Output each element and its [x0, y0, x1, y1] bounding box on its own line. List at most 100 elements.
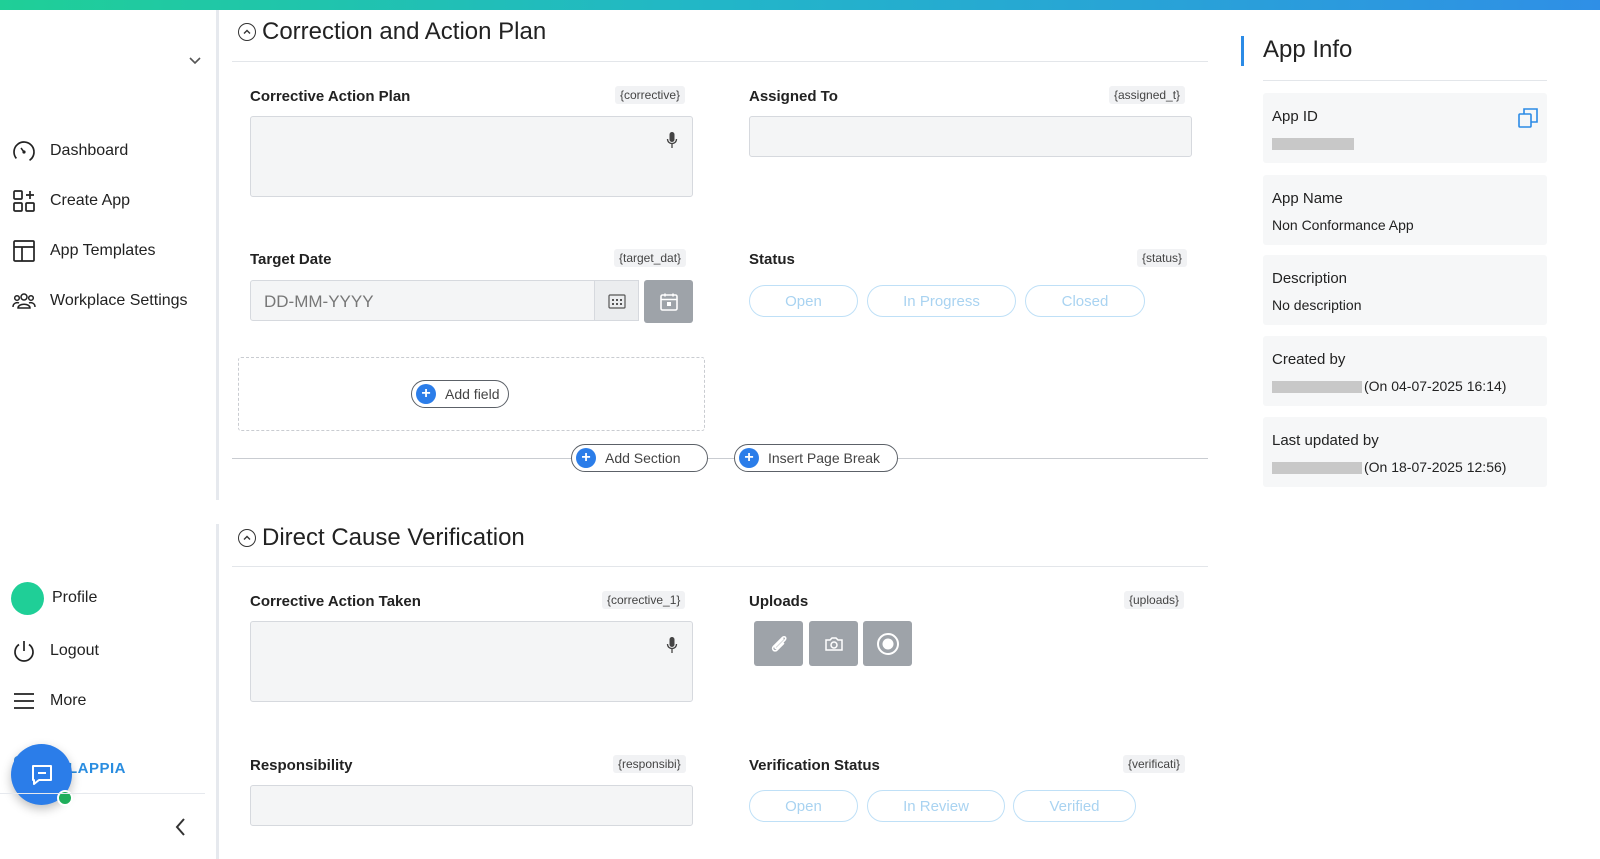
calendar-grid-icon — [607, 293, 626, 309]
sidebar-item-create-app[interactable]: Create App — [12, 186, 130, 216]
assigned-to-input[interactable] — [749, 116, 1192, 157]
section-title: Correction and Action Plan — [262, 18, 547, 45]
field-label: Verification Status — [749, 757, 880, 774]
sidebar-item-dashboard[interactable]: Dashboard — [12, 136, 128, 166]
field-label: Corrective Action Plan — [250, 88, 411, 105]
brand-name: LAPPIA — [68, 759, 127, 777]
field-variable-tag: {corrective} — [615, 86, 686, 104]
created-on-date: (On 04-07-2025 16:14) — [1364, 378, 1507, 394]
create-app-grid-icon — [13, 190, 35, 212]
record-icon — [876, 632, 899, 655]
sidebar-item-label: More — [50, 692, 87, 709]
app-id-value-redacted — [1272, 135, 1356, 151]
field-label: Responsibility — [250, 757, 353, 774]
last-updated-label: Last updated by — [1272, 432, 1379, 449]
sidebar-item-more[interactable]: More — [12, 686, 86, 716]
panel-title: App Info — [1263, 36, 1353, 63]
status-option-in-progress[interactable]: In Progress — [867, 285, 1016, 317]
description-value: No description — [1272, 297, 1362, 313]
insert-page-break-label: Insert Page Break — [768, 450, 881, 466]
field-variable-tag: {assigned_t} — [1109, 86, 1186, 104]
calendar-icon — [659, 293, 678, 311]
target-date-input[interactable]: DD-MM-YYYY — [250, 280, 595, 321]
last-updated-card: Last updated by (On 18-07-2025 12:56) — [1263, 417, 1547, 487]
panel-divider — [1263, 80, 1547, 81]
section-divider — [232, 566, 1208, 567]
chat-support-button[interactable] — [11, 744, 73, 806]
add-section-label: Add Section — [605, 450, 681, 466]
form-builder-canvas: Correction and Action Plan Corrective Ac… — [232, 10, 1212, 859]
section-header[interactable]: Correction and Action Plan — [238, 18, 546, 46]
add-section-button[interactable]: + Add Section — [571, 444, 708, 472]
sidebar-divider — [0, 793, 205, 794]
insert-page-break-button[interactable]: + Insert Page Break — [734, 444, 898, 472]
field-variable-tag: {verificati} — [1123, 755, 1186, 773]
sidebar-item-label: Logout — [50, 642, 99, 659]
sidebar-item-label: App Templates — [50, 242, 156, 259]
field-label: Status — [749, 251, 795, 268]
sidebar-item-logout[interactable]: Logout — [12, 636, 99, 666]
power-icon — [14, 641, 34, 662]
sidebar-item-label: Profile — [52, 589, 98, 606]
app-name-value: Non Conformance App — [1272, 217, 1414, 233]
panel-accent-bar — [1241, 36, 1244, 66]
camera-icon — [824, 636, 843, 651]
field-label: Assigned To — [749, 88, 838, 105]
section-header[interactable]: Direct Cause Verification — [238, 524, 525, 552]
people-group-icon — [12, 293, 36, 309]
app-name-card: App Name Non Conformance App — [1263, 175, 1547, 245]
workspace-chevron-down-icon[interactable] — [188, 54, 202, 68]
created-by-label: Created by — [1272, 351, 1346, 368]
field-label: Uploads — [749, 593, 809, 610]
avatar — [11, 581, 44, 615]
last-updated-value: (On 18-07-2025 12:56) — [1272, 459, 1506, 475]
created-by-value: (On 04-07-2025 16:14) — [1272, 378, 1506, 394]
section-title: Direct Cause Verification — [262, 524, 525, 551]
corrective-action-taken-textarea[interactable] — [250, 621, 693, 702]
attach-file-button[interactable] — [754, 621, 803, 666]
field-variable-tag: {corrective_1} — [602, 591, 686, 609]
today-date-button[interactable] — [644, 280, 693, 323]
status-option-open[interactable]: Open — [749, 285, 858, 317]
app-id-card: App ID — [1263, 93, 1547, 163]
sidebar-item-workplace-settings[interactable]: Workplace Settings — [12, 286, 188, 316]
sidebar-border — [216, 10, 219, 500]
copy-icon[interactable] — [1517, 107, 1539, 129]
field-variable-tag: {responsibi} — [613, 755, 686, 773]
field-variable-tag: {target_dat} — [614, 249, 687, 267]
dashboard-gauge-icon — [13, 141, 35, 163]
description-label: Description — [1272, 270, 1348, 287]
verification-option-verified[interactable]: Verified — [1013, 790, 1136, 822]
camera-capture-button[interactable] — [809, 621, 858, 666]
date-picker-button[interactable] — [594, 280, 639, 321]
collapse-section-icon[interactable] — [238, 23, 256, 41]
add-field-label: Add field — [445, 386, 500, 402]
sidebar-item-profile[interactable]: Profile — [11, 581, 98, 615]
collapse-section-icon[interactable] — [238, 529, 256, 547]
record-button[interactable] — [863, 621, 912, 666]
app-id-label: App ID — [1272, 108, 1318, 125]
paperclip-icon — [771, 635, 787, 652]
add-field-button[interactable]: + Add field — [411, 380, 509, 408]
section-separator-line — [232, 458, 1208, 459]
plus-icon: + — [416, 384, 436, 404]
add-field-dropzone[interactable]: + Add field — [238, 357, 705, 431]
top-accent-bar — [0, 0, 1600, 10]
collapse-sidebar-chevron-left-icon[interactable] — [172, 816, 190, 838]
status-option-closed[interactable]: Closed — [1025, 285, 1145, 317]
sidebar-item-app-templates[interactable]: App Templates — [12, 236, 156, 266]
plus-icon: + — [576, 448, 596, 468]
sidebar-item-label: Dashboard — [50, 142, 129, 159]
verification-option-open[interactable]: Open — [749, 790, 858, 822]
app-name-label: App Name — [1272, 190, 1343, 207]
microphone-icon[interactable] — [666, 636, 678, 654]
microphone-icon[interactable] — [666, 131, 678, 149]
updated-on-date: (On 18-07-2025 12:56) — [1364, 459, 1507, 475]
corrective-action-plan-textarea[interactable] — [250, 116, 693, 197]
responsibility-input[interactable] — [250, 785, 693, 826]
field-label: Target Date — [250, 251, 332, 268]
field-variable-tag: {status} — [1137, 249, 1188, 267]
templates-layout-icon — [13, 240, 35, 262]
verification-option-in-review[interactable]: In Review — [867, 790, 1005, 822]
section-divider — [232, 61, 1208, 62]
